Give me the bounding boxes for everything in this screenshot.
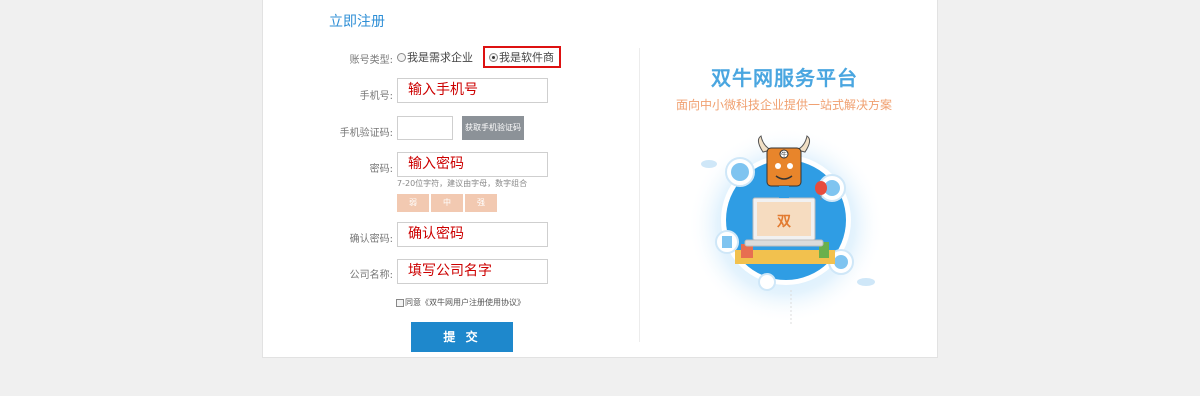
- brand-title: 双牛网服务平台: [711, 66, 858, 90]
- orbit-person-icon: [725, 157, 755, 187]
- sms-code-label: 手机验证码:: [339, 128, 393, 139]
- radio-buyer-label: 我是需求企业: [407, 51, 473, 64]
- password-strength-meter: 弱 中 强: [397, 194, 497, 212]
- sms-code-input[interactable]: [397, 116, 453, 140]
- orbit-bottle-icon: [758, 273, 776, 291]
- radio-buyer[interactable]: 我是需求企业: [397, 49, 473, 65]
- strength-strong: 强: [465, 194, 497, 212]
- confirm-password-label: 确认密码:: [349, 234, 393, 245]
- brand-tagline: 面向中小微科技企业提供一站式解决方案: [676, 98, 893, 112]
- vertical-divider: [639, 48, 640, 342]
- radio-vendor-label: 我是软件商: [499, 51, 554, 64]
- password-label: 密码:: [369, 164, 393, 175]
- platform-illustration: 双 牛: [691, 130, 884, 326]
- submit-button[interactable]: 提 交: [411, 322, 513, 352]
- account-type-label: 账号类型:: [349, 55, 393, 66]
- account-type-group: 我是需求企业 我是软件商: [397, 46, 561, 68]
- radio-buyer-dot[interactable]: [397, 52, 406, 62]
- radio-vendor-dot[interactable]: [489, 52, 498, 62]
- radio-vendor[interactable]: 我是软件商: [483, 46, 561, 68]
- agreement-link[interactable]: 同意《双牛网用户注册使用协议》: [405, 297, 525, 308]
- strength-medium: 中: [431, 194, 463, 212]
- orbit-document-icon: [715, 230, 739, 254]
- get-sms-code-button[interactable]: 获取手机验证码: [462, 116, 524, 140]
- page-title: 立即注册: [329, 14, 385, 30]
- company-name-input[interactable]: 填写公司名字: [397, 259, 548, 284]
- phone-input[interactable]: 输入手机号: [397, 78, 548, 103]
- confirm-password-input[interactable]: 确认密码: [397, 222, 548, 247]
- agreement-row: 同意《双牛网用户注册使用协议》: [396, 297, 525, 308]
- register-card: 立即注册 账号类型: 我是需求企业 我是软件商 手机号: 输入手机号 手机验证码…: [262, 0, 938, 358]
- mascot-badge: 牛: [781, 151, 787, 159]
- phone-label: 手机号:: [359, 91, 393, 102]
- company-name-label: 公司名称:: [349, 270, 393, 281]
- agreement-checkbox[interactable]: [396, 298, 404, 307]
- laptop-icon: 双: [744, 197, 824, 247]
- strength-weak: 弱: [397, 194, 429, 212]
- laptop-screen-logo: 双: [777, 214, 791, 230]
- password-input[interactable]: 输入密码: [397, 152, 548, 177]
- password-hint: 7-20位字符，建议由字母，数字组合: [397, 179, 528, 188]
